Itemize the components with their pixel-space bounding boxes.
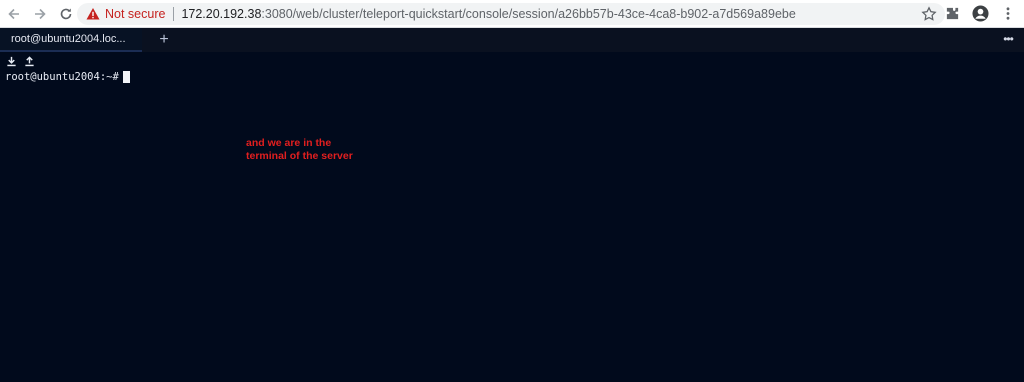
annotation-text: and we are in the terminal of the server bbox=[246, 137, 353, 163]
reload-icon bbox=[60, 8, 72, 19]
warning-icon bbox=[86, 8, 100, 20]
bookmark-star-icon[interactable] bbox=[921, 6, 937, 22]
browser-actions bbox=[942, 2, 1018, 24]
browser-menu-button[interactable] bbox=[998, 2, 1018, 24]
download-icon bbox=[6, 56, 16, 66]
profile-button[interactable] bbox=[970, 2, 990, 24]
session-tab-bar: root@ubuntu2004.loc... + ••• bbox=[0, 28, 1024, 52]
url-path: :3080/web/cluster/teleport-quickstart/co… bbox=[261, 7, 796, 21]
browser-toolbar: Not secure 172.20.192.38 :3080/web/clust… bbox=[0, 0, 1024, 28]
divider bbox=[173, 7, 175, 21]
forward-button[interactable] bbox=[28, 2, 52, 26]
url-host: 172.20.192.38 bbox=[181, 7, 262, 21]
back-arrow-icon bbox=[8, 8, 19, 19]
forward-arrow-icon bbox=[35, 8, 46, 19]
add-tab-button[interactable]: + bbox=[142, 28, 186, 52]
file-transfer-controls bbox=[5, 55, 35, 67]
security-status[interactable]: Not secure bbox=[105, 7, 165, 21]
upload-icon bbox=[24, 55, 34, 66]
upload-button[interactable] bbox=[23, 55, 35, 67]
annotation-line-1: and we are in the bbox=[246, 137, 332, 149]
terminal-prompt: root@ubuntu2004:~# bbox=[5, 71, 119, 83]
annotation-line-2: terminal of the server bbox=[246, 150, 353, 162]
extensions-button[interactable] bbox=[942, 2, 962, 24]
address-bar[interactable]: Not secure 172.20.192.38 :3080/web/clust… bbox=[77, 3, 945, 25]
terminal-prompt-line: root@ubuntu2004:~# bbox=[5, 71, 130, 83]
reload-button[interactable] bbox=[54, 2, 78, 26]
back-button[interactable] bbox=[2, 2, 26, 26]
puzzle-icon bbox=[946, 7, 958, 19]
avatar-icon bbox=[971, 4, 989, 22]
more-options-icon[interactable]: ••• bbox=[1000, 32, 1016, 48]
kebab-menu-icon bbox=[1006, 6, 1010, 20]
download-button[interactable] bbox=[5, 55, 17, 67]
session-tab[interactable]: root@ubuntu2004.loc... bbox=[0, 28, 142, 52]
terminal[interactable]: root@ubuntu2004:~# and we are in the ter… bbox=[0, 52, 1024, 382]
terminal-cursor bbox=[122, 71, 130, 83]
